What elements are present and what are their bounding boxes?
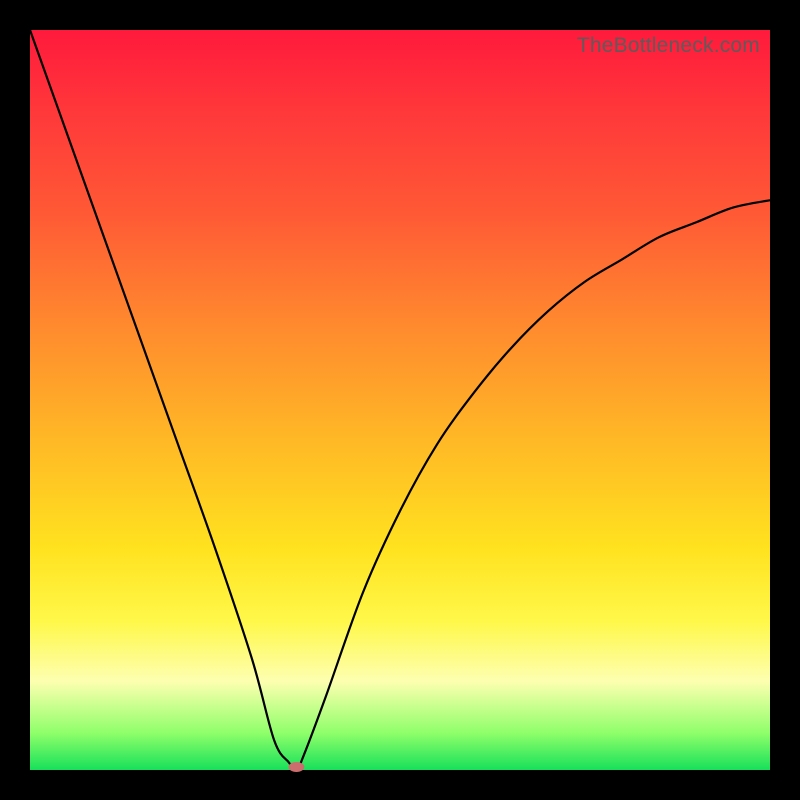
plot-area: TheBottleneck.com [30, 30, 770, 770]
bottleneck-curve [30, 30, 770, 770]
curve-path [30, 30, 770, 770]
optimal-point-marker [288, 762, 304, 772]
chart-frame: TheBottleneck.com [0, 0, 800, 800]
